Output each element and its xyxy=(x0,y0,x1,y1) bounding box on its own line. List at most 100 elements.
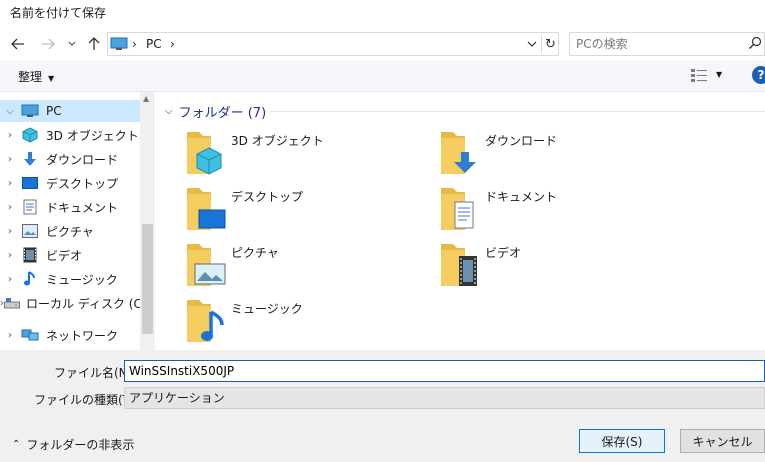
back-button[interactable] xyxy=(8,34,28,54)
sidebar-item-local-disk[interactable]: › ローカル ディスク (C xyxy=(0,292,142,314)
organize-label: 整理 xyxy=(18,70,43,84)
folder-3d-objects[interactable]: 3D オブジェクト xyxy=(185,128,415,180)
breadcrumb-separator: › xyxy=(132,37,137,51)
folder-documents[interactable]: ドキュメント xyxy=(439,184,669,236)
navigation-pane: ⌵ PC › 3D オブジェクト › ダウンロード › デスクトップ › ドキュ… xyxy=(0,92,155,350)
chevron-down-icon: ⌵ xyxy=(165,106,173,117)
sidebar-item-documents[interactable]: › ドキュメント xyxy=(0,196,140,218)
help-button[interactable]: ? xyxy=(752,66,765,84)
up-arrow-icon xyxy=(88,37,100,50)
hide-folders-button[interactable]: ⌃ フォルダーの非表示 xyxy=(12,436,134,453)
breadcrumb-separator[interactable]: › xyxy=(170,37,175,51)
folder-label: ビデオ xyxy=(485,246,522,260)
music-folder-icon xyxy=(187,300,224,342)
network-icon xyxy=(20,327,40,343)
organize-button[interactable]: 整理 ▼ xyxy=(18,68,54,85)
caret-down-icon: ▼ xyxy=(48,74,55,83)
cancel-button[interactable]: キャンセル xyxy=(680,429,765,453)
sidebar-item-videos[interactable]: › ビデオ xyxy=(0,244,140,266)
sidebar-item-network[interactable]: › ネットワーク xyxy=(0,324,140,346)
hide-folders-label: フォルダーの非表示 xyxy=(26,438,135,452)
chevron-up-icon: ⌃ xyxy=(12,439,21,450)
collapse-chevron-icon[interactable]: › xyxy=(0,178,20,189)
folder-label: デスクトップ xyxy=(231,190,304,204)
folder-label: ミュージック xyxy=(231,302,303,316)
refresh-button[interactable]: ↻ xyxy=(541,35,559,53)
folder-pictures[interactable]: ピクチャ xyxy=(185,240,415,292)
window-title: 名前を付けて保存 xyxy=(10,6,107,20)
command-bar: 整理 ▼ ▼ ? xyxy=(0,60,765,92)
sidebar-item-3d-objects[interactable]: › 3D オブジェクト xyxy=(0,124,140,146)
save-button[interactable]: 保存(S) xyxy=(579,429,665,453)
caret-down-icon[interactable]: ▼ xyxy=(716,70,722,79)
search-icon[interactable] xyxy=(748,36,762,53)
details-view-icon xyxy=(691,69,707,82)
address-dropdown-button[interactable] xyxy=(524,36,540,52)
sidebar-item-label: ビデオ xyxy=(46,248,83,263)
folder-downloads[interactable]: ダウンロード xyxy=(439,128,669,180)
sidebar-item-label: ミュージック xyxy=(46,272,118,287)
sidebar-item-label: ダウンロード xyxy=(46,152,119,167)
desktop-icon xyxy=(20,175,40,191)
filetype-select[interactable]: アプリケーション xyxy=(124,387,765,409)
recent-locations-button[interactable] xyxy=(62,34,82,54)
scrollbar-thumb[interactable] xyxy=(142,224,153,334)
scroll-up-arrow-icon[interactable]: ▲ xyxy=(143,94,149,103)
chevron-down-icon xyxy=(68,41,76,46)
search-input[interactable] xyxy=(576,36,736,52)
sidebar-item-pc[interactable]: ⌵ PC xyxy=(0,100,140,122)
up-button[interactable] xyxy=(84,34,104,54)
view-options-button[interactable] xyxy=(690,68,708,85)
forward-arrow-icon xyxy=(42,38,55,50)
collapse-chevron-icon[interactable]: › xyxy=(0,130,20,141)
chevron-down-icon xyxy=(527,41,537,47)
folders-group-header[interactable]: ⌵ フォルダー (7) xyxy=(165,102,266,121)
sidebar-item-desktop[interactable]: › デスクトップ xyxy=(0,172,140,194)
sidebar-item-label: ローカル ディスク (C xyxy=(26,296,142,311)
collapse-chevron-icon[interactable]: › xyxy=(0,250,20,261)
forward-button[interactable] xyxy=(38,34,58,54)
title-bar: 名前を付けて保存 xyxy=(0,0,765,30)
search-box[interactable] xyxy=(569,32,765,56)
documents-folder-icon xyxy=(441,188,474,230)
navigation-scrollbar[interactable]: ▲ xyxy=(140,92,155,350)
folder-label: ダウンロード xyxy=(485,134,558,148)
collapse-chevron-icon[interactable]: › xyxy=(0,154,20,165)
pc-icon xyxy=(20,103,40,119)
music-icon xyxy=(20,271,40,287)
download-icon xyxy=(20,151,40,167)
breadcrumb-pc[interactable]: PC xyxy=(146,37,162,51)
sidebar-item-label: PC xyxy=(46,104,62,118)
pc-icon xyxy=(110,37,128,54)
address-bar-row: › PC › ↻ xyxy=(0,30,765,60)
sidebar-item-label: ネットワーク xyxy=(46,328,119,343)
folder-label: ドキュメント xyxy=(485,190,558,204)
desktop-folder-icon xyxy=(187,188,226,230)
address-box[interactable]: › PC › ↻ xyxy=(107,32,559,56)
downloads-folder-icon xyxy=(441,132,476,174)
expand-chevron-icon[interactable]: ⌵ xyxy=(0,106,20,117)
collapse-chevron-icon[interactable]: › xyxy=(0,274,20,285)
3d-objects-icon xyxy=(20,127,40,143)
folder-desktop[interactable]: デスクトップ xyxy=(185,184,415,236)
folder-music[interactable]: ミュージック xyxy=(185,296,415,348)
sidebar-item-label: デスクトップ xyxy=(46,176,119,191)
folder-label: 3D オブジェクト xyxy=(231,134,324,148)
pictures-folder-icon xyxy=(187,244,226,286)
sidebar-item-music[interactable]: › ミュージック xyxy=(0,268,140,290)
collapse-chevron-icon[interactable]: › xyxy=(0,202,20,213)
sidebar-item-label: 3D オブジェクト xyxy=(46,128,139,143)
documents-icon xyxy=(20,199,40,215)
filename-input[interactable] xyxy=(124,360,765,382)
videos-folder-icon xyxy=(441,244,477,286)
3d-objects-folder-icon xyxy=(187,132,222,175)
sidebar-item-downloads[interactable]: › ダウンロード xyxy=(0,148,140,170)
folder-label: ピクチャ xyxy=(231,246,279,260)
collapse-chevron-icon[interactable]: › xyxy=(0,330,20,341)
file-list-pane: ⌵ フォルダー (7) 3D オブジェクト ダウンロード デスクトップ ドキュメ… xyxy=(155,92,765,350)
folder-videos[interactable]: ビデオ xyxy=(439,240,669,292)
back-arrow-icon xyxy=(11,38,24,50)
collapse-chevron-icon[interactable]: › xyxy=(0,226,20,237)
sidebar-item-label: ピクチャ xyxy=(46,224,94,239)
sidebar-item-pictures[interactable]: › ピクチャ xyxy=(0,220,140,242)
